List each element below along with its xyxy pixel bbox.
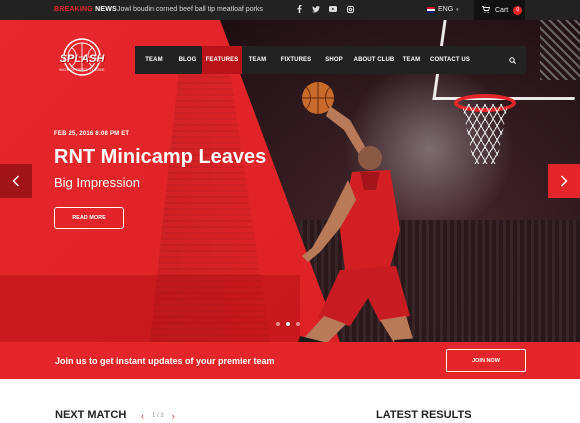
latest-results-heading: LATEST RESULTS bbox=[376, 409, 472, 421]
slider-dot[interactable] bbox=[276, 322, 280, 326]
chevron-left-icon[interactable]: ‹ bbox=[141, 411, 144, 421]
match-section: NEXT MATCH ‹ 1 / 3 › LATEST RESULTS bbox=[0, 379, 580, 423]
nav-item-team[interactable]: TEAM bbox=[135, 46, 173, 74]
slider-dots bbox=[276, 322, 300, 326]
main-navigation: TEAM BLOG FEATURES TEAM FIXTURES SHOP AB… bbox=[135, 46, 526, 74]
cart-count-badge: 0 bbox=[513, 5, 523, 15]
match-pager: ‹ 1 / 3 › bbox=[141, 411, 175, 421]
uk-flag-icon bbox=[427, 6, 435, 13]
instagram-icon[interactable] bbox=[346, 5, 354, 13]
next-match-heading: NEXT MATCH bbox=[55, 409, 127, 421]
logo-name: SPLASH bbox=[59, 53, 105, 65]
slider-next-button[interactable] bbox=[548, 164, 580, 198]
breaking-news-label: BREAKING NEWS bbox=[54, 6, 117, 13]
nav-item-fixtures[interactable]: FIXTURES bbox=[273, 46, 319, 74]
site-logo[interactable]: SPLASH WORDPRESS THEME bbox=[56, 33, 108, 93]
search-button[interactable] bbox=[498, 46, 526, 74]
city-road-shade bbox=[0, 275, 300, 342]
slider-prev-button[interactable] bbox=[0, 164, 32, 198]
news-ticker[interactable]: Jowl boudin corned beef ball tip meatloa… bbox=[117, 6, 263, 13]
language-selector[interactable]: ENG ▾ bbox=[427, 6, 459, 13]
chevron-right-icon[interactable]: › bbox=[172, 411, 175, 421]
read-more-button[interactable]: READ MORE bbox=[54, 207, 124, 229]
cart-button[interactable]: Cart 0 bbox=[474, 0, 525, 20]
logo-tagline: WORDPRESS THEME bbox=[59, 67, 105, 72]
twitter-icon[interactable] bbox=[312, 5, 320, 13]
cart-icon bbox=[482, 5, 491, 15]
nav-item-about-club[interactable]: ABOUT CLUB bbox=[349, 46, 399, 74]
social-links bbox=[295, 5, 354, 13]
slider-dot-active[interactable] bbox=[286, 322, 290, 326]
chevron-right-icon bbox=[561, 175, 568, 187]
nav-item-shop[interactable]: SHOP bbox=[319, 46, 349, 74]
top-bar: BREAKING NEWS Jowl boudin corned beef ba… bbox=[0, 0, 580, 20]
nav-item-contact-us[interactable]: CONTACT US bbox=[424, 46, 476, 74]
nav-item-features[interactable]: FEATURES bbox=[202, 46, 242, 74]
join-banner-text: Join us to get instant updates of your p… bbox=[55, 356, 275, 366]
post-date: FEB 25, 2016 8:08 PM ET bbox=[54, 131, 130, 137]
youtube-icon[interactable] bbox=[329, 5, 337, 13]
facebook-icon[interactable] bbox=[295, 5, 303, 13]
pager-count: 1 / 3 bbox=[152, 413, 164, 419]
join-now-button[interactable]: JOIN NOW bbox=[446, 349, 526, 372]
search-icon bbox=[508, 56, 516, 64]
chevron-down-icon: ▾ bbox=[456, 6, 459, 13]
join-banner: Join us to get instant updates of your p… bbox=[0, 342, 580, 379]
hero-headline[interactable]: RNT Minicamp Leaves bbox=[54, 146, 266, 169]
nav-item-blog[interactable]: BLOG bbox=[173, 46, 202, 74]
hero-subheadline: Big Impression bbox=[54, 175, 140, 190]
chevron-left-icon bbox=[12, 175, 19, 187]
slider-dot[interactable] bbox=[296, 322, 300, 326]
nav-item-team-3[interactable]: TEAM bbox=[399, 46, 424, 74]
nav-item-team-2[interactable]: TEAM bbox=[242, 46, 273, 74]
